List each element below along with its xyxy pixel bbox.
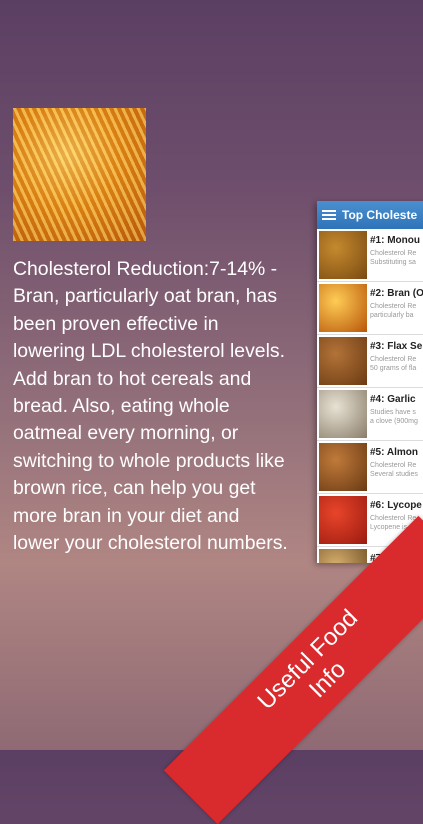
phone-header-title: Top Choleste xyxy=(342,208,418,222)
list-item-subtitle-line: Cholesterol Re xyxy=(370,462,417,469)
list-item[interactable]: #3: Flax Se Cholesterol Re 50 grams of fla xyxy=(317,335,423,388)
food-thumbnail xyxy=(319,496,367,544)
food-description: Cholesterol Reduction:7-14% - Bran, part… xyxy=(13,258,288,555)
bran-wheat-image xyxy=(13,108,146,241)
food-thumbnail xyxy=(319,284,367,332)
list-item-subtitle-line: 50 grams of fla xyxy=(370,365,417,372)
list-item-title: #1: Monou xyxy=(370,235,420,246)
list-item-subtitle-line: Several studies xyxy=(370,471,418,478)
list-item-subtitle-line: Cholesterol Re xyxy=(370,250,417,257)
list-item-subtitle-line: Cholesterol Re xyxy=(370,356,417,363)
list-item-subtitle-line: particularly ba xyxy=(370,312,414,319)
food-thumbnail xyxy=(319,337,367,385)
food-thumbnail xyxy=(319,390,367,438)
food-thumbnail xyxy=(319,231,367,279)
menu-icon[interactable] xyxy=(322,210,336,220)
list-item-subtitle: Cholesterol Re Several studies xyxy=(370,461,418,479)
food-thumbnail xyxy=(319,549,367,563)
list-item-subtitle-line: a clove (900mg xyxy=(370,418,418,425)
list-item[interactable]: #1: Monou Cholesterol Re Substituting sa xyxy=(317,229,423,282)
list-item[interactable]: #2: Bran (O Cholesterol Re particularly ba xyxy=(317,282,423,335)
list-item-subtitle: Cholesterol Re Substituting sa xyxy=(370,249,420,267)
list-item-subtitle: Studies have s a clove (900mg xyxy=(370,408,418,426)
list-item-subtitle-line: Cholesterol Re xyxy=(370,303,417,310)
list-item-title: #3: Flax Se xyxy=(370,341,423,352)
useful-food-info-ribbon: Useful Food Info xyxy=(163,515,423,824)
list-item-subtitle: Cholesterol Re particularly ba xyxy=(370,302,423,320)
list-item-title: #4: Garlic xyxy=(370,394,416,405)
food-thumbnail xyxy=(319,443,367,491)
list-item-subtitle-line: Studies have s xyxy=(370,409,416,416)
list-item-title: #2: Bran (O xyxy=(370,288,423,299)
list-item[interactable]: #5: Almon Cholesterol Re Several studies xyxy=(317,441,423,494)
phone-preview: Top Choleste #1: Monou Cholesterol Re Subs… xyxy=(317,201,423,563)
list-item-subtitle: Cholesterol Re 50 grams of fla xyxy=(370,355,422,373)
list-item[interactable]: #4: Garlic Studies have s a clove (900mg xyxy=(317,388,423,441)
ribbon-line-1: Useful Food xyxy=(252,604,364,716)
phone-header: Top Choleste xyxy=(317,201,423,229)
list-item-title: #5: Almon xyxy=(370,447,418,458)
list-item-subtitle-line: Substituting sa xyxy=(370,259,416,266)
list-item-title: #6: Lycope xyxy=(370,500,422,511)
